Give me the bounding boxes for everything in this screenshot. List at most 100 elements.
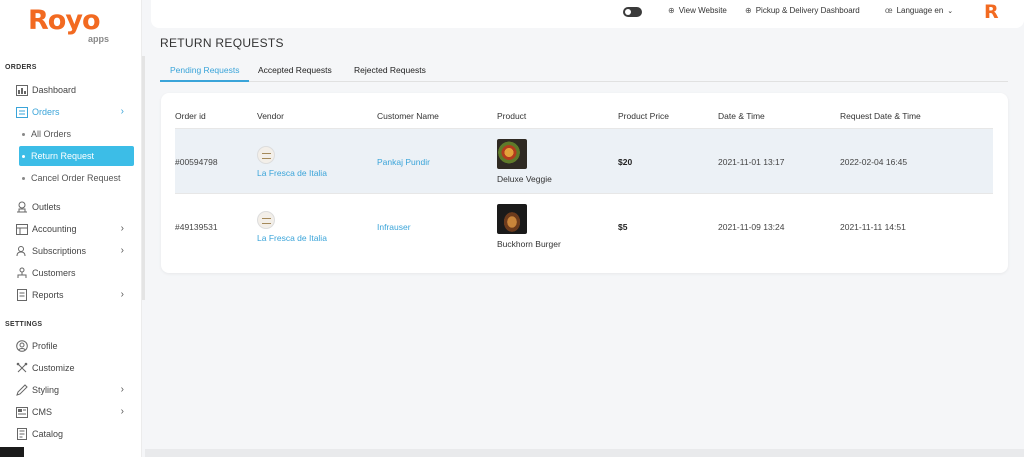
section-title-orders: ORDERS (5, 64, 37, 71)
order-date: 2021-11-09 13:24 (718, 222, 785, 232)
sidebar-item-label: Subscriptions (32, 246, 87, 256)
vendor-logo (257, 211, 275, 229)
sidebar-item-subscriptions[interactable]: Subscriptions › (16, 242, 134, 260)
sidebar-item-label: Customers (32, 268, 76, 278)
chevron-right-icon: › (120, 384, 124, 395)
return-requests-card: Order id Vendor Customer Name Product Pr… (161, 93, 1008, 273)
language-label: Language en (896, 6, 944, 15)
column-header: Product Price (618, 111, 670, 121)
sidebar-item-customers[interactable]: Customers (16, 264, 134, 282)
brand-icon[interactable]: R (984, 1, 999, 23)
product-name: Deluxe Veggie (497, 174, 552, 184)
sidebar-item-customize[interactable]: Customize (16, 359, 134, 377)
customer-link[interactable]: Pankaj Pundir (377, 157, 430, 167)
vendor-link[interactable]: La Fresca de Italia (257, 168, 327, 178)
sidebar-item-accounting[interactable]: Accounting › (16, 220, 134, 238)
sidebar-subitem-cancel-order-request[interactable]: Cancel Order Request (19, 168, 134, 188)
bullet-icon (22, 154, 25, 158)
request-date: 2021-11-11 14:51 (840, 222, 906, 232)
royo-logo[interactable]: Royo apps (28, 4, 120, 48)
column-header: Order id (175, 111, 206, 121)
bullet-icon (22, 132, 25, 136)
sidebar-item-label: Accounting (32, 224, 77, 234)
sidebar-subitem-label: Return Request (31, 151, 95, 161)
order-id: #49139531 (175, 222, 218, 232)
sidebar-item-outlets[interactable]: Outlets (16, 198, 134, 216)
reports-icon (16, 289, 28, 301)
column-header: Customer Name (377, 111, 439, 121)
sidebar-item-label: Dashboard (32, 85, 77, 95)
outlets-icon (16, 201, 28, 213)
sidebar-subitem-label: Cancel Order Request (31, 173, 121, 183)
language-dropdown[interactable]: œ Language en ⌄ (885, 6, 953, 15)
sidebar-item-catalog[interactable]: Catalog (16, 425, 134, 443)
chevron-right-icon: › (120, 223, 124, 234)
sidebar-item-label: Orders (32, 107, 60, 117)
view-website-label: View Website (678, 6, 727, 15)
chevron-right-icon: › (120, 245, 124, 256)
sidebar-item-label: Catalog (32, 429, 64, 439)
language-icon: œ (885, 6, 893, 15)
catalog-icon (16, 428, 28, 440)
vendor-logo (257, 146, 275, 164)
bullet-icon (22, 176, 25, 180)
sidebar-item-cms[interactable]: CMS › (16, 403, 134, 421)
table-row: #49139531 La Fresca de Italia Infrauser … (175, 193, 993, 258)
column-header: Product (497, 111, 527, 121)
product-image (497, 139, 527, 169)
sidebar-item-label: Reports (32, 290, 64, 300)
sidebar-scrollbar[interactable] (142, 56, 145, 300)
customize-icon (16, 362, 28, 374)
logo-subtext: apps (88, 34, 110, 44)
top-header: ⊕ View Website ⊕ Pickup & Delivery Dashb… (151, 0, 1024, 28)
sidebar-subitem-return-request[interactable]: Return Request (19, 146, 134, 166)
customers-icon (16, 267, 28, 279)
sidebar-item-label: Outlets (32, 202, 61, 212)
globe-icon: ⊕ (668, 6, 675, 15)
pickup-delivery-label: Pickup & Delivery Dashboard (755, 6, 860, 15)
customer-link[interactable]: Infrauser (377, 222, 411, 232)
dashboard-icon (16, 84, 28, 96)
globe-icon: ⊕ (745, 6, 752, 15)
chevron-right-icon: › (120, 406, 124, 417)
vendor-link[interactable]: La Fresca de Italia (257, 233, 327, 243)
sidebar-item-label: CMS (32, 407, 52, 417)
sidebar-item-styling[interactable]: Styling › (16, 381, 134, 399)
page-title: RETURN REQUESTS (160, 36, 284, 50)
view-website-link[interactable]: ⊕ View Website (668, 6, 727, 15)
sidebar-item-label: Styling (32, 385, 60, 395)
table-row: #00594798 La Fresca de Italia Pankaj Pun… (175, 128, 993, 193)
sidebar-item-reports[interactable]: Reports › (16, 286, 134, 304)
chevron-right-icon: › (120, 289, 124, 300)
pickup-delivery-link[interactable]: ⊕ Pickup & Delivery Dashboard (745, 6, 860, 15)
tab-rejected-requests[interactable]: Rejected Requests (344, 60, 436, 82)
sidebar-subitem-all-orders[interactable]: All Orders (19, 124, 134, 144)
sidebar-item-orders[interactable]: Orders › (16, 103, 134, 121)
product-price: $5 (618, 222, 628, 232)
brush-icon (16, 384, 28, 396)
orders-icon (16, 106, 28, 118)
column-header: Request Date & Time (840, 111, 921, 121)
sidebar-item-dashboard[interactable]: Dashboard (16, 81, 134, 99)
request-tabs: Pending Requests Accepted Requests Rejec… (160, 60, 1008, 82)
tab-pending-requests[interactable]: Pending Requests (160, 60, 250, 82)
chevron-right-icon: › (120, 106, 124, 117)
theme-toggle[interactable] (623, 7, 642, 17)
accounting-icon (16, 223, 28, 235)
column-header: Vendor (257, 111, 284, 121)
product-name: Buckhorn Burger (497, 239, 561, 249)
profile-icon (16, 340, 28, 352)
logo-text: Royo (28, 5, 100, 36)
sidebar-item-profile[interactable]: Profile (16, 337, 134, 355)
request-date: 2022-02-04 16:45 (840, 157, 908, 167)
chevron-down-icon: ⌄ (947, 7, 954, 15)
column-header: Date & Time (718, 111, 765, 121)
product-image (497, 204, 527, 234)
tab-accepted-requests[interactable]: Accepted Requests (248, 60, 342, 82)
sidebar: Royo apps ORDERS Dashboard Orders › All … (0, 0, 142, 457)
subscriptions-icon (16, 245, 28, 257)
cms-icon (16, 406, 28, 418)
sidebar-subitem-label: All Orders (31, 129, 72, 139)
order-id: #00594798 (175, 157, 218, 167)
taskbar-corner (0, 447, 24, 457)
